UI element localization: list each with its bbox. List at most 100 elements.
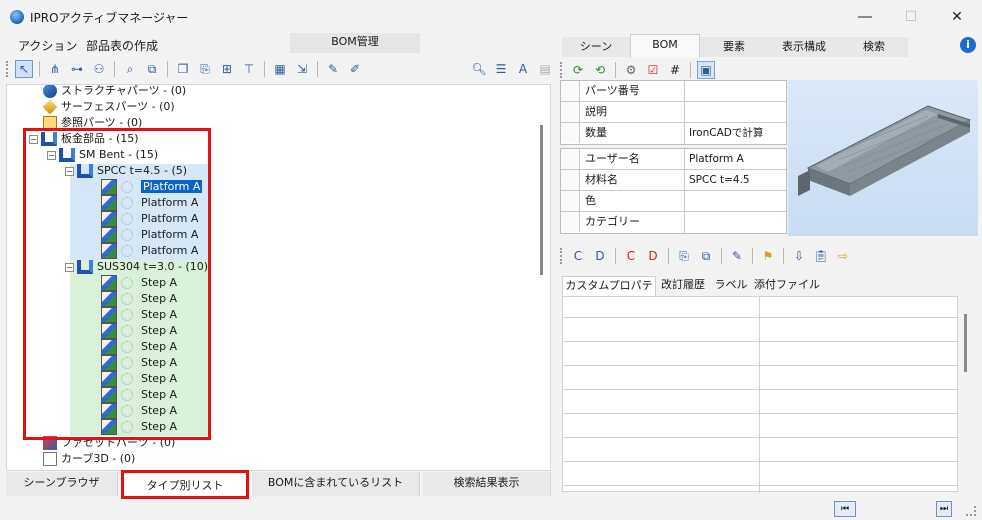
checklist-icon[interactable]: ☑ xyxy=(644,61,662,79)
property-copy-icon[interactable]: ⎘ xyxy=(675,247,693,265)
property-key: 色 xyxy=(561,191,685,211)
maximize-button[interactable]: ☐ xyxy=(888,4,934,30)
property-row[interactable]: 数量 IronCADで計算 xyxy=(561,123,786,144)
hierarchy-icon[interactable]: ⋔ xyxy=(46,60,64,78)
tab-label[interactable]: ラベル xyxy=(710,276,752,296)
structure-parts-icon xyxy=(43,85,57,98)
property-toolbar: C D C D ⎘ ⧉ ✎ ⚑ ⇩ 📋︎ ⇨ xyxy=(560,244,980,268)
grid-line xyxy=(563,461,959,462)
minimize-button[interactable]: ― xyxy=(842,4,888,30)
tab-scene[interactable]: シーン xyxy=(562,37,630,57)
part-move-icon[interactable]: ⎘ xyxy=(196,60,214,78)
property-value[interactable]: IronCADで計算 xyxy=(685,123,786,144)
tag-icon[interactable]: ⚑ xyxy=(759,247,777,265)
tab-type-list[interactable]: タイプ別リスト xyxy=(121,470,249,499)
property-key: ユーザー名 xyxy=(561,149,685,169)
file-export-icon[interactable]: ⇨ xyxy=(834,247,852,265)
update-icon[interactable]: ⟲ xyxy=(591,61,609,79)
tab-scene-browser[interactable]: シーンブラウザ xyxy=(6,472,118,496)
menu-bar: アクション 部品表の作成 xyxy=(0,34,556,56)
tab-search[interactable]: 検索 xyxy=(840,37,908,57)
property-value[interactable] xyxy=(685,81,786,101)
tab-bom-included-list[interactable]: BOMに含まれているリスト xyxy=(252,472,420,496)
property-value[interactable] xyxy=(685,212,786,233)
table-icon[interactable]: ▦ xyxy=(271,60,289,78)
paste-d-icon[interactable]: D xyxy=(644,247,662,265)
paste-c-icon[interactable]: C xyxy=(622,247,640,265)
paint-icon[interactable]: ✐ xyxy=(346,60,364,78)
property-table-general: パーツ番号 説明 数量 IronCADで計算 xyxy=(560,80,787,145)
select-tool-icon[interactable]: ↖ xyxy=(15,60,33,78)
close-button[interactable]: ✕ xyxy=(934,4,980,30)
resize-grip-icon[interactable] xyxy=(966,506,976,516)
grid-line xyxy=(563,437,959,438)
group-icon[interactable]: ⚇ xyxy=(90,60,108,78)
property-multi-icon[interactable]: ⧉ xyxy=(697,247,715,265)
link-icon[interactable]: ⊶ xyxy=(68,60,86,78)
tab-revision-history[interactable]: 改訂履歴 xyxy=(656,276,710,296)
tab-elements[interactable]: 要素 xyxy=(700,37,768,57)
part-copy-icon[interactable]: ❐ xyxy=(174,60,192,78)
property-value[interactable] xyxy=(685,102,786,122)
menu-action[interactable]: アクション xyxy=(18,37,77,54)
property-row[interactable]: 色 xyxy=(561,191,786,212)
tree-scrollbar[interactable] xyxy=(540,125,543,275)
custom-property-grid[interactable] xyxy=(562,296,959,493)
part-preview xyxy=(788,80,978,236)
grid-line xyxy=(563,413,959,414)
refresh-icon[interactable]: ⟳ xyxy=(569,61,587,79)
toolbar-grip[interactable] xyxy=(6,61,9,77)
arrange-icon[interactable]: ⊞ xyxy=(218,60,236,78)
tree-item-label: サーフェスパーツ - (0) xyxy=(61,100,175,113)
tab-custom-properties[interactable]: カスタムプロパティ xyxy=(562,276,656,310)
property-row[interactable]: 材料名 SPCC t=4.5 xyxy=(561,170,786,191)
property-row[interactable]: カテゴリー xyxy=(561,212,786,233)
export-icon[interactable]: ⇲ xyxy=(293,60,311,78)
tab-display-config[interactable]: 表示構成 xyxy=(768,37,840,57)
copy-c-icon[interactable]: C xyxy=(569,247,587,265)
custom-property-tabs: カスタムプロパティ 改訂履歴 ラベル 添付ファイル xyxy=(560,276,980,310)
platform-model-image xyxy=(798,105,972,196)
assembly-icon[interactable]: ⧉ xyxy=(143,60,161,78)
search-icon[interactable]: 🔍︎ xyxy=(470,60,488,78)
tree-item-label: カーブ3D - (0) xyxy=(61,452,136,465)
first-page-icon[interactable]: ⏮ xyxy=(834,501,856,517)
property-value[interactable]: SPCC t=4.5 xyxy=(685,170,786,190)
property-value[interactable]: Platform A xyxy=(685,149,786,169)
toolbar-separator xyxy=(317,61,318,77)
property-edit-icon[interactable]: ✎ xyxy=(728,247,746,265)
tree-item-surface[interactable]: サーフェスパーツ - (0) xyxy=(42,99,175,115)
zoom-icon[interactable]: ⌕ xyxy=(121,60,139,78)
info-icon[interactable]: i xyxy=(960,37,976,53)
toolbar-grip[interactable] xyxy=(560,248,563,264)
preview-icon[interactable]: ▣ xyxy=(697,61,715,79)
toolbar-separator xyxy=(167,61,168,77)
toolbar-grip[interactable] xyxy=(560,62,563,78)
settings-grid-icon[interactable]: ▤ xyxy=(536,60,554,78)
property-row[interactable]: 説明 xyxy=(561,102,786,123)
bom-management-tab[interactable]: BOM管理 xyxy=(290,33,420,53)
property-row[interactable]: パーツ番号 xyxy=(561,81,786,102)
grid-scrollbar[interactable] xyxy=(964,314,967,372)
text-style-icon[interactable]: A xyxy=(514,60,532,78)
menu-create-bom[interactable]: 部品表の作成 xyxy=(86,37,158,54)
number-icon[interactable]: # xyxy=(666,61,684,79)
import-icon[interactable]: ⇩ xyxy=(790,247,808,265)
edit-icon[interactable]: ✎ xyxy=(324,60,342,78)
property-row[interactable]: ユーザー名 Platform A xyxy=(561,149,786,170)
copy-d-icon[interactable]: D xyxy=(591,247,609,265)
tree-item-curve[interactable]: カーブ3D - (0) xyxy=(43,451,135,467)
grid-line xyxy=(563,389,959,390)
tree-item-structure[interactable]: ストラクチャパーツ - (0) xyxy=(43,85,186,99)
gear-icon[interactable]: ⚙ xyxy=(622,61,640,79)
last-page-icon[interactable]: ⏭ xyxy=(936,501,952,517)
tab-attachments[interactable]: 添付ファイル xyxy=(752,276,822,296)
tab-bom[interactable]: BOM xyxy=(630,34,700,58)
clipboard-icon[interactable]: 📋︎ xyxy=(812,247,830,265)
title-bar: IPROアクティブマネージャー ― ☐ ✕ xyxy=(0,0,982,34)
tab-search-results[interactable]: 検索結果表示 xyxy=(423,472,551,496)
toolbar-separator xyxy=(39,61,40,77)
tree-icon[interactable]: ⊤ xyxy=(240,60,258,78)
property-value[interactable] xyxy=(685,191,786,211)
view-list-icon[interactable]: ☰ xyxy=(492,60,510,78)
